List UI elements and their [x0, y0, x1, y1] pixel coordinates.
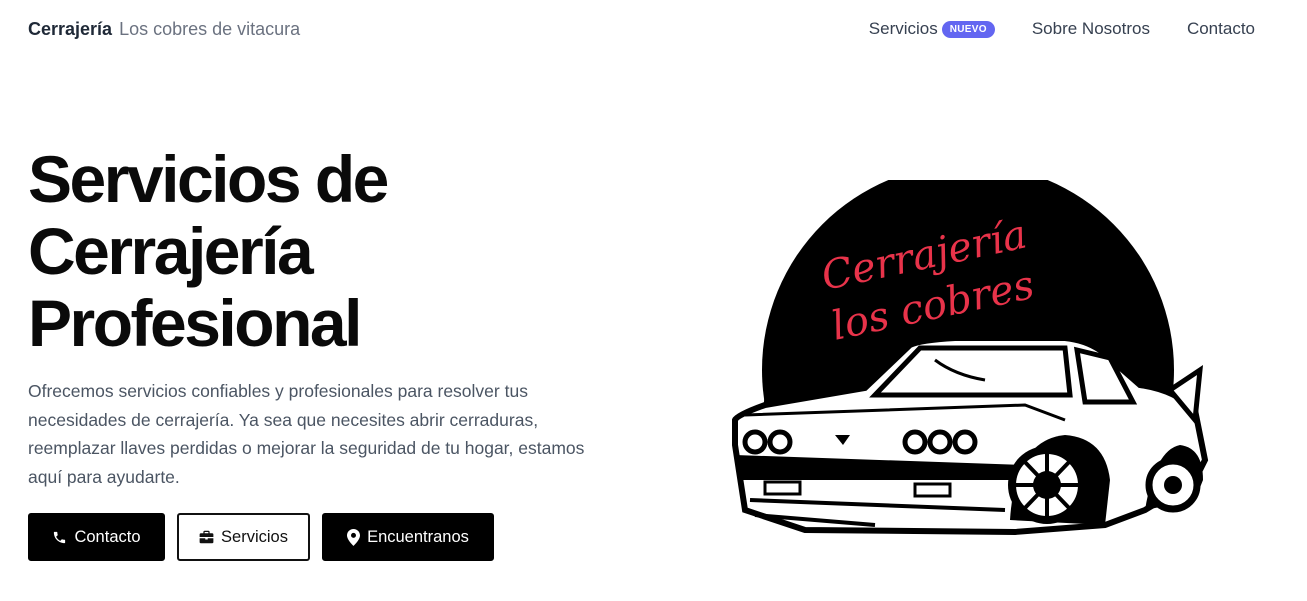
- services-button[interactable]: Servicios: [177, 513, 310, 561]
- main-nav: Servicios NUEVO Sobre Nosotros Contacto: [869, 19, 1255, 39]
- nav-contact-link[interactable]: Contacto: [1187, 19, 1255, 39]
- services-button-label: Servicios: [221, 527, 288, 546]
- nav-services-label: Servicios: [868, 19, 938, 38]
- hero-title-line3: Profesional: [28, 286, 362, 360]
- briefcase-icon: [199, 530, 214, 544]
- top-navbar: Cerrajería Los cobres de vitacura Servic…: [28, 17, 1255, 41]
- map-pin-icon: [347, 528, 361, 546]
- new-badge: NUEVO: [941, 20, 995, 38]
- nav-about-link[interactable]: Sobre Nosotros: [1032, 19, 1150, 39]
- brand-subtitle: Los cobres de vitacura: [119, 18, 301, 39]
- hero-description: Ofrecemos servicios confiables y profesi…: [28, 381, 585, 487]
- brand-link[interactable]: Cerrajería Los cobres de vitacura: [28, 19, 300, 40]
- hero-title-line1: Servicios de: [28, 142, 389, 216]
- contact-button[interactable]: Contacto: [28, 513, 165, 561]
- contact-button-label: Contacto: [74, 527, 141, 546]
- hero-title: Servicios de Cerrajería Profesional: [28, 143, 588, 359]
- phone-icon: [54, 531, 66, 543]
- company-logo: Cerrajería los cobres: [732, 180, 1209, 536]
- locate-button-label: Encuentranos: [367, 527, 469, 546]
- hero-title-line2: Cerrajería: [28, 214, 314, 288]
- brand-name: Cerrajería: [28, 18, 113, 39]
- locate-button[interactable]: Encuentranos: [322, 513, 494, 561]
- hero-actions: Contacto Servicios Encuentranos: [28, 513, 506, 561]
- nav-services-link[interactable]: Servicios NUEVO: [869, 19, 995, 39]
